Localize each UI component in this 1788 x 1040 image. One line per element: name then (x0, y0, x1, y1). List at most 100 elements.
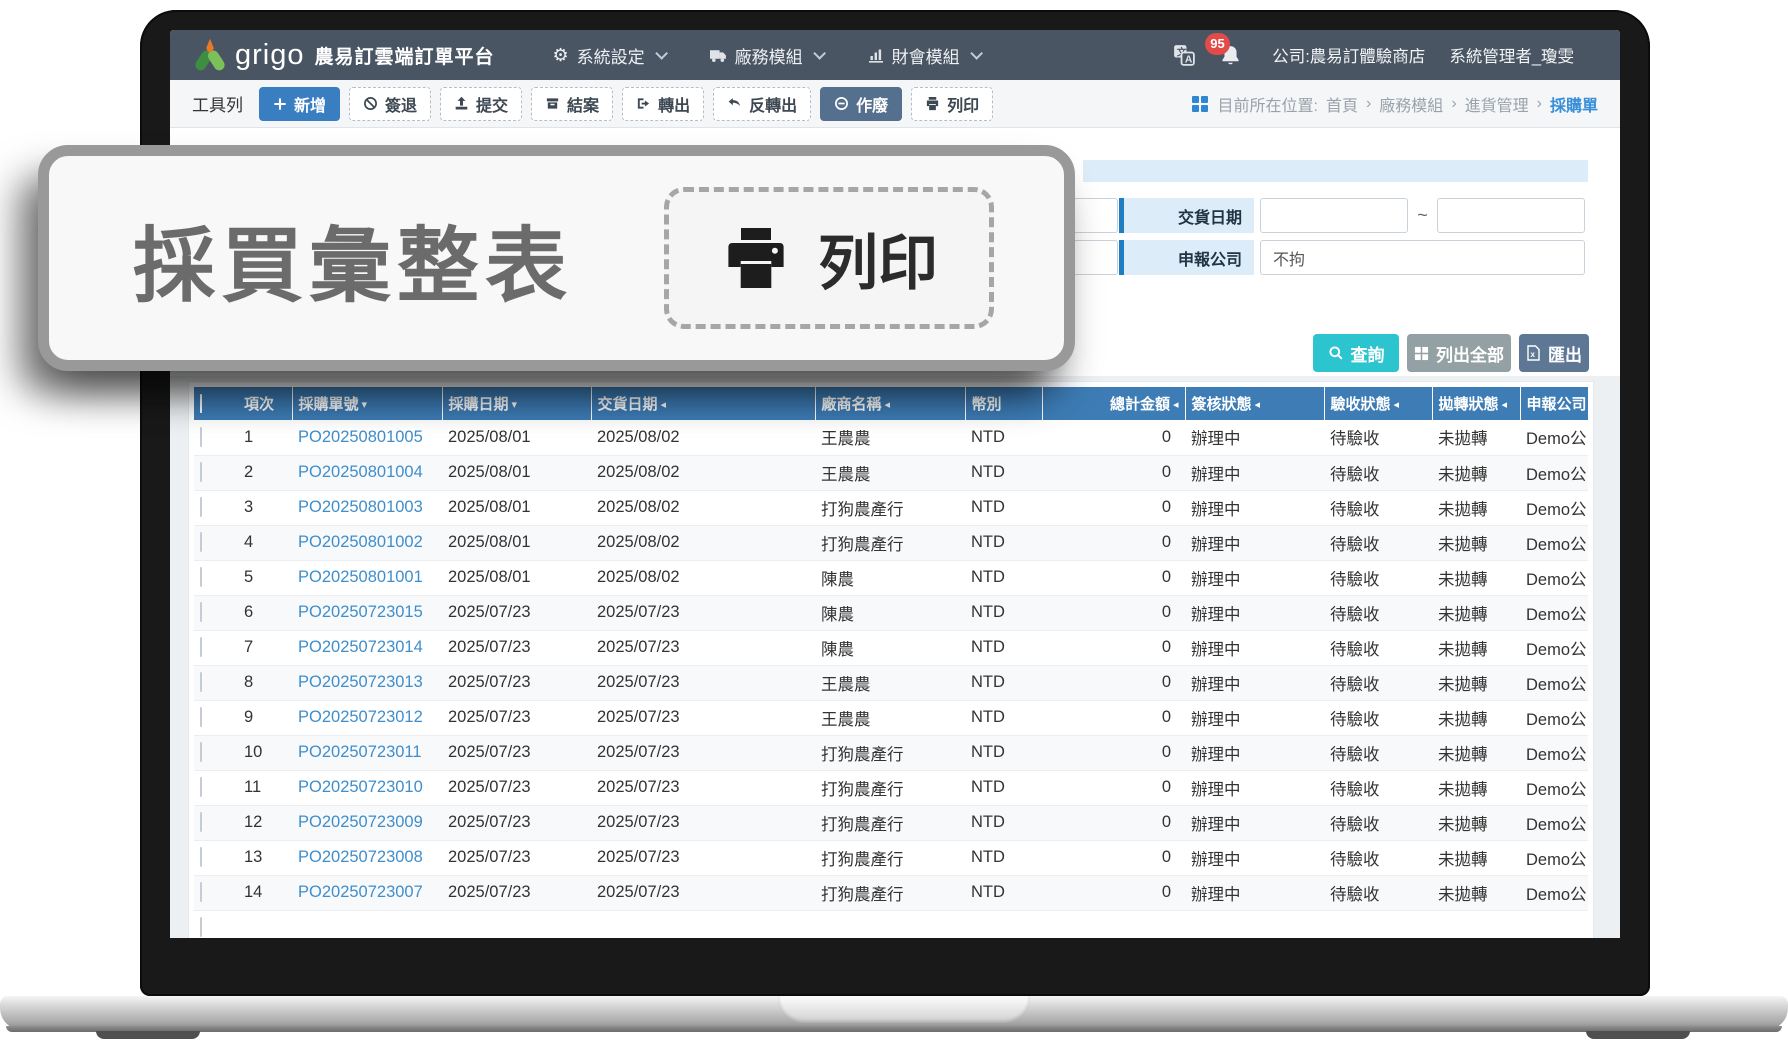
breadcrumb-factory-module[interactable]: 廠務模組 (1379, 92, 1443, 116)
menu-system-settings[interactable]: ⚙ 系統設定 (553, 43, 664, 68)
export-button[interactable]: x 匯出 (1519, 334, 1589, 372)
menu-finance-module[interactable]: 財會模組 (868, 43, 979, 68)
sort-icon: ▾ (512, 399, 518, 411)
void-button[interactable]: 作廢 (820, 87, 902, 121)
breadcrumb-home[interactable]: 首頁 (1326, 92, 1358, 116)
row-checkbox[interactable] (200, 497, 202, 517)
po-number-link[interactable]: PO20250801001 (298, 568, 423, 586)
po-number-link[interactable]: PO20250723009 (298, 813, 423, 831)
approval-status: 辦理中 (1185, 665, 1324, 700)
delivery-date-to-input[interactable] (1437, 198, 1585, 233)
po-number-link[interactable]: PO20250723013 (298, 673, 423, 691)
transfer-out-button[interactable]: 轉出 (622, 87, 704, 121)
column-header[interactable]: 總計金額◂ (1042, 387, 1185, 420)
po-number-link[interactable]: PO20250723012 (298, 708, 423, 726)
row-checkbox[interactable] (200, 602, 202, 622)
add-button[interactable]: 新增 (259, 87, 340, 121)
currency: NTD (965, 595, 1042, 630)
column-header[interactable]: 交貨日期◂ (591, 387, 815, 420)
column-header[interactable]: 採購日期▾ (442, 387, 591, 420)
report-company-input[interactable]: 不拘 (1260, 240, 1585, 275)
po-number-link[interactable]: PO20250801005 (298, 428, 423, 446)
purchase-date: 2025/07/23 (442, 770, 591, 805)
po-number-link[interactable]: PO20250723011 (298, 743, 422, 761)
row-checkbox[interactable] (200, 812, 202, 832)
reverse-transfer-button[interactable]: 反轉出 (713, 87, 811, 121)
column-header[interactable]: 廠商名稱◂ (815, 387, 965, 420)
column-header[interactable]: 簽核狀態◂ (1185, 387, 1324, 420)
column-header[interactable]: 申報公司 (1520, 387, 1588, 420)
row-checkbox[interactable] (200, 917, 202, 937)
report-company (1520, 910, 1588, 938)
menu-label: 財會模組 (892, 43, 960, 68)
transfer-status: 未拋轉 (1432, 805, 1520, 840)
column-header[interactable]: 採購單號▾ (292, 387, 442, 420)
row-checkbox[interactable] (200, 427, 202, 447)
print-button[interactable]: 列印 (911, 87, 993, 121)
list-all-button[interactable]: 列出全部 (1407, 334, 1511, 372)
row-checkbox[interactable] (200, 882, 202, 902)
laptop-base-edge (6, 1026, 1782, 1032)
company-name: 公司:農易訂體驗商店 (1272, 43, 1425, 67)
po-number-link[interactable]: PO20250801004 (298, 463, 423, 481)
row-checkbox-cell (194, 665, 238, 700)
row-checkbox[interactable] (200, 462, 202, 482)
po-number-link[interactable]: PO20250801003 (298, 498, 423, 516)
po-number-link[interactable]: PO20250723015 (298, 603, 423, 621)
po-number-link[interactable]: PO20250801002 (298, 533, 423, 551)
po-number-link[interactable]: PO20250723014 (298, 638, 423, 656)
po-number-link[interactable]: PO20250723007 (298, 883, 423, 901)
delivery-date: 2025/08/02 (591, 420, 815, 455)
delivery-date: 2025/07/23 (591, 595, 815, 630)
row-checkbox[interactable] (200, 742, 202, 762)
close-case-button[interactable]: 結案 (531, 87, 613, 121)
column-header[interactable]: 拋轉狀態◂ (1432, 387, 1520, 420)
po-number-link[interactable]: PO20250723010 (298, 778, 423, 796)
brand-logo[interactable]: grigo 農易訂雲端訂單平台 (192, 37, 495, 73)
breadcrumb-incoming-mgmt[interactable]: 進貨管理 (1465, 92, 1529, 116)
row-checkbox[interactable] (200, 532, 202, 552)
query-button[interactable]: 查詢 (1313, 334, 1399, 372)
purchase-date: 2025/07/23 (442, 805, 591, 840)
column-header[interactable]: 項次 (238, 387, 292, 420)
select-all-checkbox[interactable] (200, 394, 202, 413)
row-checkbox-cell (194, 700, 238, 735)
column-header[interactable]: 幣別 (965, 387, 1042, 420)
row-checkbox[interactable] (200, 637, 202, 657)
delivery-date (591, 910, 815, 938)
report-company: Demo公司 (1520, 595, 1588, 630)
submit-button[interactable]: 提交 (440, 87, 522, 121)
user-name[interactable]: 系統管理者_瓊雯 (1449, 43, 1574, 67)
row-checkbox[interactable] (200, 672, 202, 692)
notification-badge: 95 (1205, 33, 1229, 55)
ban-icon (363, 96, 378, 111)
currency: NTD (965, 735, 1042, 770)
row-checkbox[interactable] (200, 847, 202, 867)
print-callout-button[interactable]: 列印 (664, 187, 994, 329)
table-row: 2 PO20250801004 2025/08/01 2025/08/02 王農… (194, 455, 1588, 490)
row-index: 9 (238, 700, 292, 735)
column-header[interactable]: 驗收狀態◂ (1324, 387, 1432, 420)
row-checkbox[interactable] (200, 707, 202, 727)
notifications-bell[interactable]: 95 (1219, 44, 1242, 67)
row-checkbox[interactable] (200, 777, 202, 797)
menu-factory-module[interactable]: 廠務模組 (710, 43, 822, 68)
delivery-date-from-input[interactable] (1260, 198, 1408, 233)
transfer-status: 未拋轉 (1432, 700, 1520, 735)
total-amount: 0 (1042, 525, 1185, 560)
row-checkbox[interactable] (200, 567, 202, 587)
row-index: 10 (238, 735, 292, 770)
translate-icon[interactable]: 文 A (1173, 44, 1195, 66)
vendor-name: 打狗農產行 (815, 735, 965, 770)
minus-circle-icon (834, 96, 849, 111)
acceptance-status: 待驗收 (1324, 665, 1432, 700)
approval-status: 辦理中 (1185, 630, 1324, 665)
select-all-header[interactable] (194, 387, 238, 420)
sort-icon: ◂ (1173, 399, 1179, 411)
po-number-link[interactable]: PO20250723008 (298, 848, 423, 866)
report-company: Demo公司 (1520, 630, 1588, 665)
vendor-name: 陳農 (815, 595, 965, 630)
acceptance-status: 待驗收 (1324, 805, 1432, 840)
sign-return-button[interactable]: 簽退 (349, 87, 431, 121)
excel-file-icon: x (1526, 345, 1541, 361)
